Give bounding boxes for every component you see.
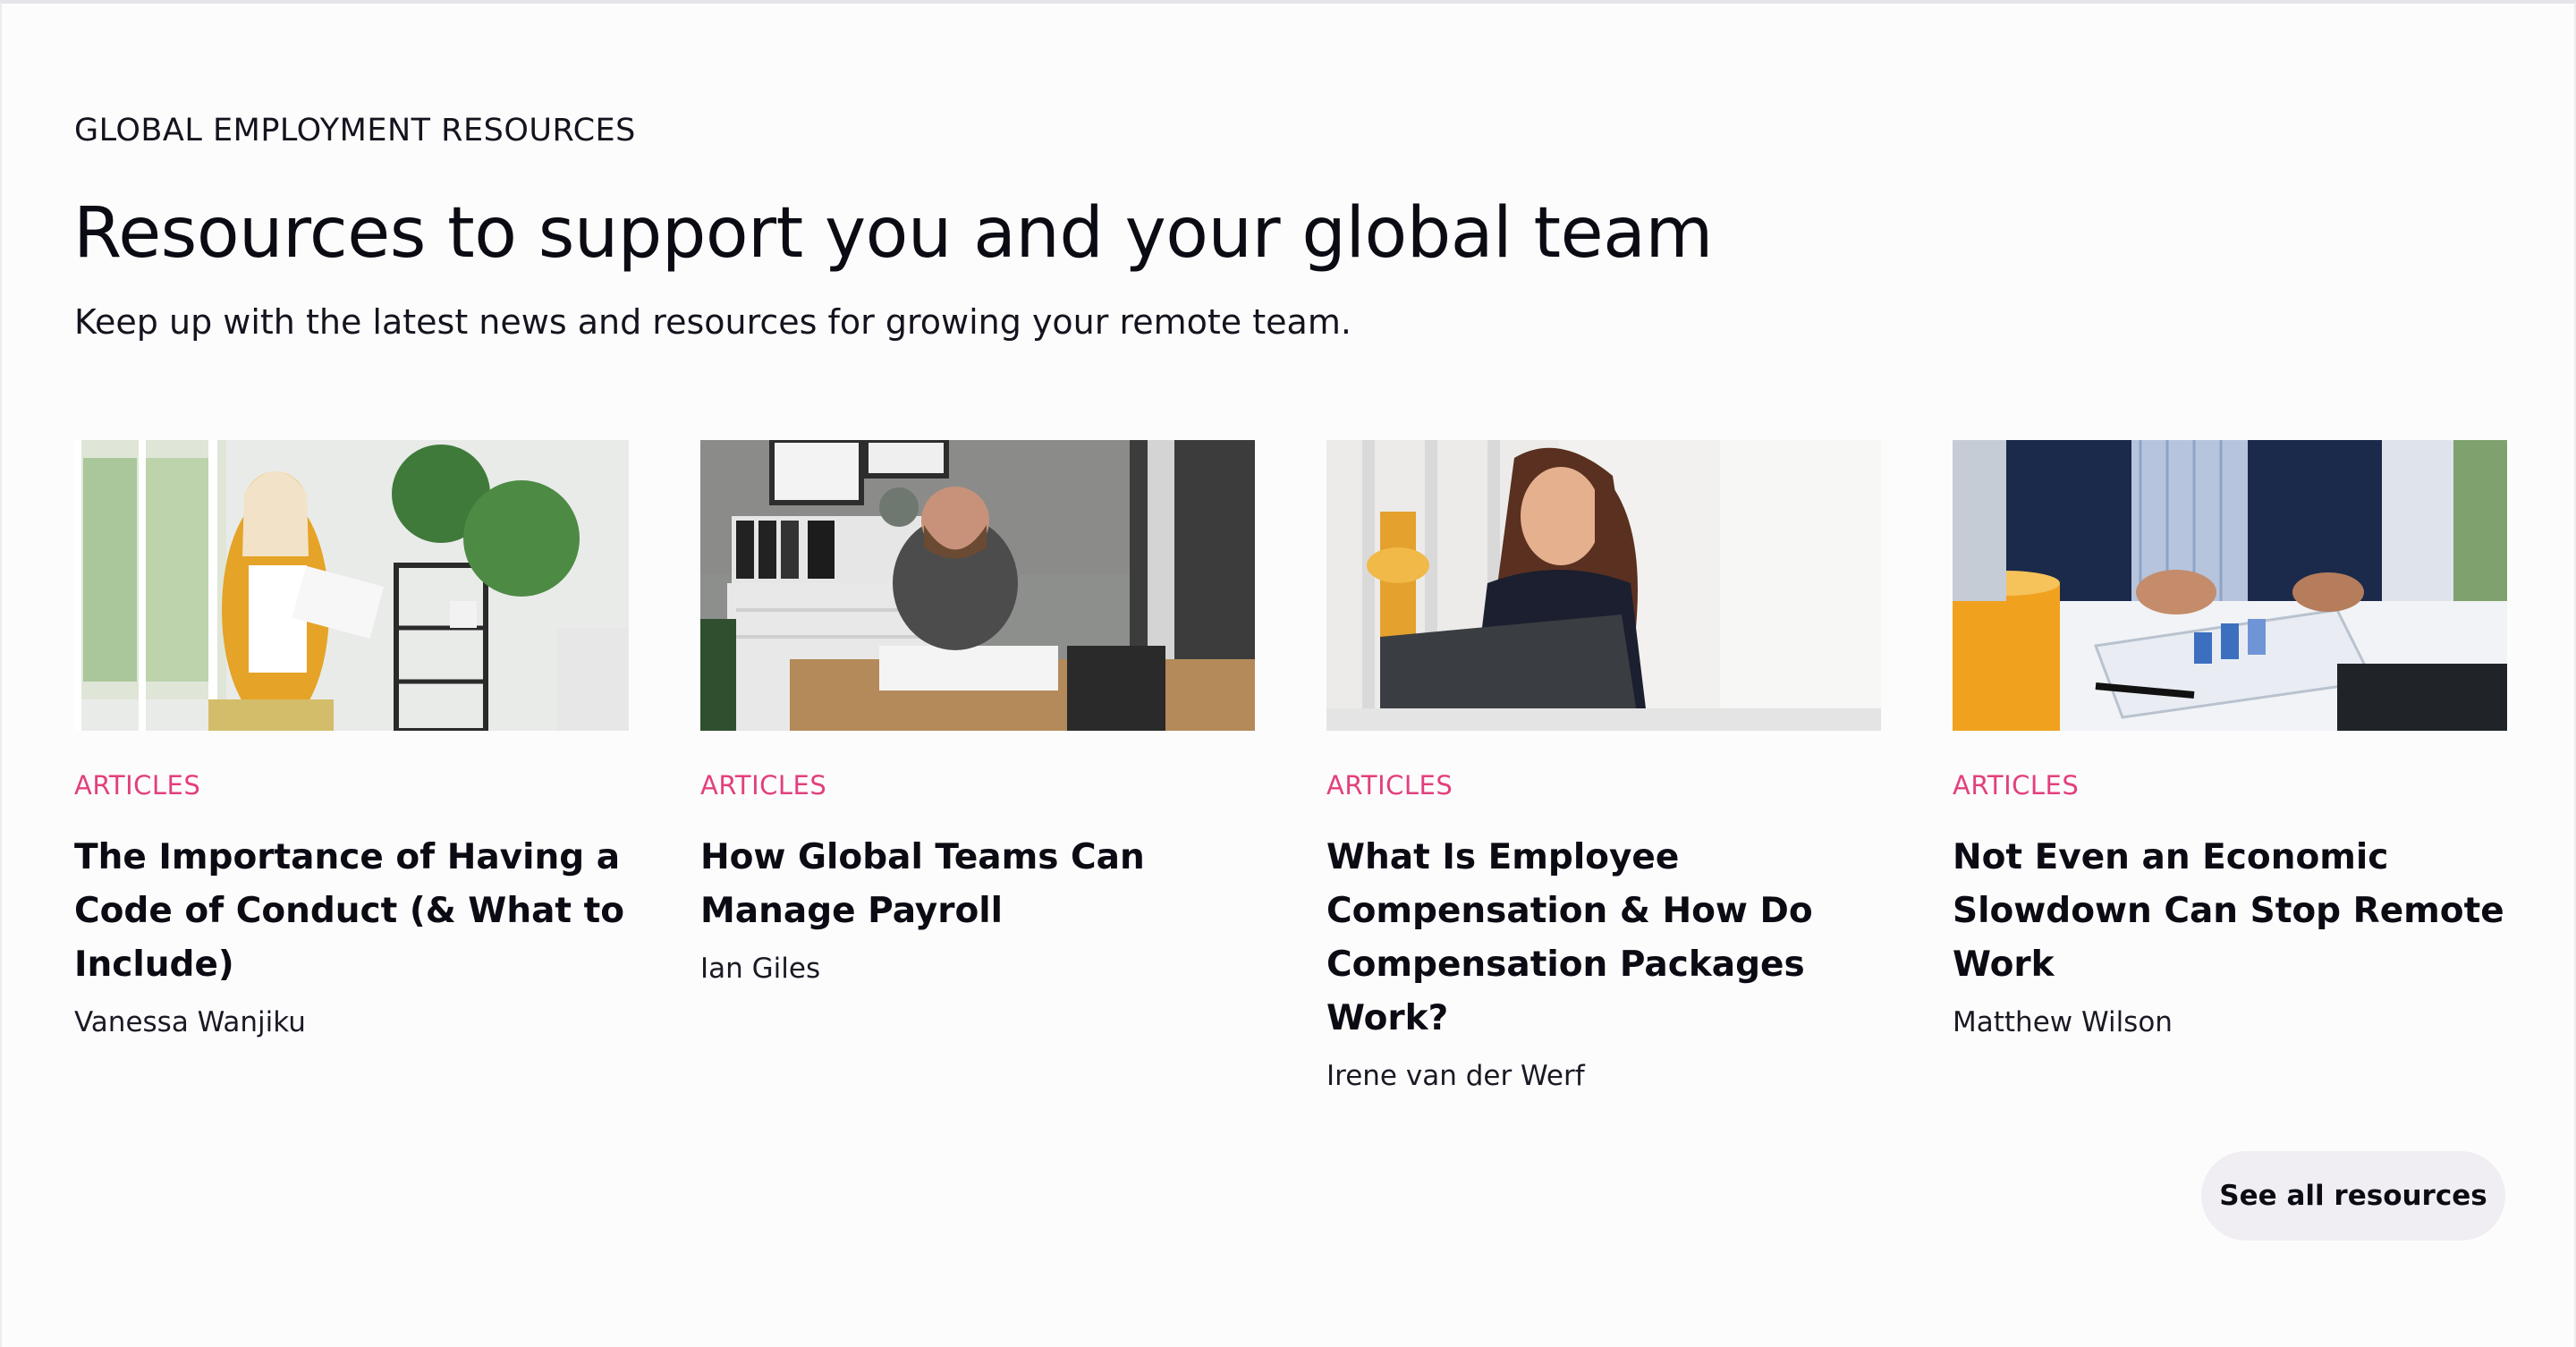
card-thumbnail-image[interactable] xyxy=(74,440,629,731)
card-thumbnail-image[interactable] xyxy=(1953,440,2507,731)
card-category: ARTICLES xyxy=(1953,770,2080,801)
section-headline: Resources to support you and your global… xyxy=(73,193,1713,274)
card-author: Matthew Wilson xyxy=(1953,1006,2173,1038)
card-thumbnail-image[interactable] xyxy=(700,440,1255,731)
card-title[interactable]: Not Even an Economic Slowdown Can Stop R… xyxy=(1953,831,2507,992)
section-eyebrow: GLOBAL EMPLOYMENT RESOURCES xyxy=(74,113,636,148)
resource-card[interactable]: ARTICLES How Global Teams Can Manage Pay… xyxy=(700,440,1255,985)
resources-section: GLOBAL EMPLOYMENT RESOURCES Resources to… xyxy=(0,0,2576,1347)
card-title[interactable]: What Is Employee Compensation & How Do C… xyxy=(1326,831,1881,1046)
section-subhead: Keep up with the latest news and resourc… xyxy=(74,302,1352,342)
card-title[interactable]: How Global Teams Can Manage Payroll xyxy=(700,831,1255,938)
resource-card[interactable]: ARTICLES The Importance of Having a Code… xyxy=(74,440,629,1038)
resource-card[interactable]: ARTICLES What Is Employee Compensation &… xyxy=(1326,440,1881,1092)
card-category: ARTICLES xyxy=(74,770,201,801)
card-category: ARTICLES xyxy=(1326,770,1453,801)
card-title[interactable]: The Importance of Having a Code of Condu… xyxy=(74,831,629,992)
card-author: Ian Giles xyxy=(700,953,821,985)
card-thumbnail-image[interactable] xyxy=(1326,440,1881,731)
card-author: Vanessa Wanjiku xyxy=(74,1006,306,1038)
see-all-resources-button[interactable]: See all resources xyxy=(2201,1151,2505,1241)
resource-card[interactable]: ARTICLES Not Even an Economic Slowdown C… xyxy=(1953,440,2507,1038)
card-category: ARTICLES xyxy=(700,770,827,801)
card-author: Irene van der Werf xyxy=(1326,1060,1585,1092)
